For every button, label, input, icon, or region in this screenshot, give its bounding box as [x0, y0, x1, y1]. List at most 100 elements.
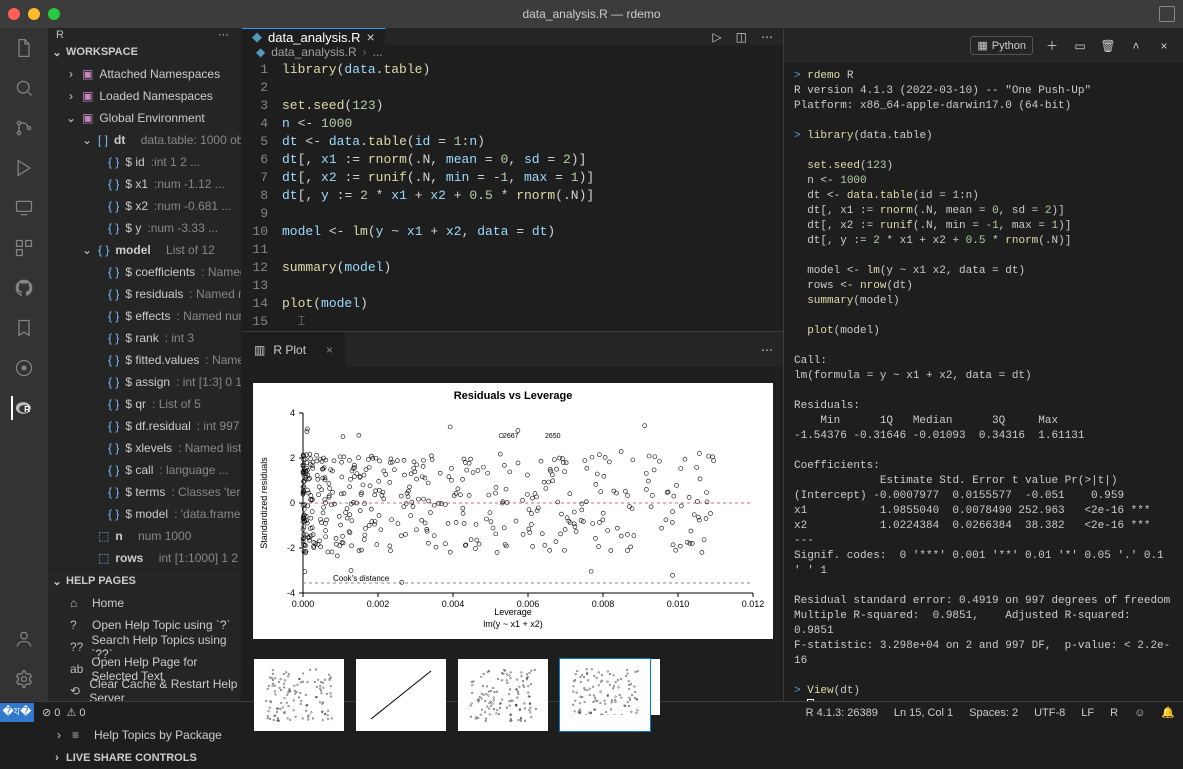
tree-item[interactable]: { } $ effects : Named num [1:1000] -...	[48, 305, 241, 327]
trash-icon[interactable]: 🗑	[1099, 37, 1117, 55]
tree-item[interactable]: { } $ xlevels : Named list()	[48, 437, 241, 459]
tree-item[interactable]: { } $ assign : int [1:3] 0 1 ...	[48, 371, 241, 393]
editor-tabs: ◆ data_analysis.R × ▷ ◫ ⋯	[242, 28, 783, 45]
variable-n[interactable]: ⬚ n num 1000	[48, 525, 241, 547]
svg-text:Cook's distance: Cook's distance	[333, 574, 390, 583]
title-bar: data_analysis.R — rdemo	[0, 0, 1183, 28]
close-icon[interactable]: ×	[367, 29, 375, 45]
extensions-icon[interactable]	[12, 236, 36, 260]
code-editor[interactable]: 123456789101112131415 library(data.table…	[242, 59, 783, 331]
svg-text:0.012: 0.012	[741, 599, 764, 609]
tree-item[interactable]: { } $ fitted.values : Named num [1:1000.…	[48, 349, 241, 371]
svg-text:-4: -4	[286, 588, 294, 598]
window-title: data_analysis.R — rdemo	[522, 7, 660, 21]
close-window-button[interactable]	[8, 8, 20, 20]
tree-item[interactable]: { } $ coefficients : Named num [1:3] -0.…	[48, 261, 241, 283]
run-debug-icon[interactable]	[12, 156, 36, 180]
variable-rows[interactable]: ⬚ rows int [1:1000] 1 2 ...	[48, 547, 241, 569]
settings-icon[interactable]	[12, 667, 36, 691]
variable-dt[interactable]: ⌄[ ] dt data.table: 1000 obs. of 4 varia…	[48, 129, 241, 151]
chart-icon: ▥	[254, 343, 265, 357]
bookmarks-icon[interactable]	[12, 316, 36, 340]
bell-icon[interactable]: 🔔	[1153, 706, 1183, 719]
tree-item[interactable]: { } $ terms : Classes 'terms', 'formula'…	[48, 481, 241, 503]
tree-item[interactable]: { } $ model : 'data.frame': 1000 obs. of…	[48, 503, 241, 525]
tree-item[interactable]: { } $ df.residual : int 997	[48, 415, 241, 437]
workspace-tree: ›▣Attached Namespaces ›▣Loaded Namespace…	[48, 63, 241, 569]
svg-text:0.004: 0.004	[441, 599, 464, 609]
tree-item[interactable]: { } $ rank : int 3	[48, 327, 241, 349]
indentation[interactable]: Spaces: 2	[961, 707, 1026, 719]
tree-item[interactable]: { } $ call : language ...	[48, 459, 241, 481]
tree-item[interactable]: { } $ x1 :num -1.12 ...	[48, 173, 241, 195]
maximize-icon[interactable]: ˄	[1127, 37, 1145, 55]
r-extension-icon[interactable]: R	[11, 396, 35, 420]
new-terminal-icon[interactable]: ＋	[1043, 37, 1061, 55]
feedback-icon[interactable]: ☺	[1126, 707, 1153, 719]
tree-item[interactable]: { } $ id :int 1 2 ...	[48, 151, 241, 173]
variable-model[interactable]: ⌄{ } model List of 12	[48, 239, 241, 261]
help-item[interactable]: ⟲Clear Cache & Restart Help Server	[48, 680, 241, 702]
tree-item[interactable]: ⌄▣Global Environment	[48, 107, 241, 129]
github-icon[interactable]	[12, 276, 36, 300]
workspace-section-title[interactable]: ⌄ WORKSPACE	[48, 41, 241, 63]
explorer-icon[interactable]	[12, 36, 36, 60]
tree-item[interactable]: { } $ qr : List of 5	[48, 393, 241, 415]
split-editor-icon[interactable]: ◫	[736, 30, 747, 44]
liveshare-section-title[interactable]: › LIVE SHARE CONTROLS	[48, 747, 241, 769]
plot-tab[interactable]: ▥ R Plot ×	[242, 332, 346, 367]
encoding[interactable]: UTF-8	[1026, 707, 1073, 719]
cursor-position[interactable]: Ln 15, Col 1	[886, 707, 961, 719]
plot-thumb[interactable]	[254, 659, 344, 731]
eol[interactable]: LF	[1073, 707, 1102, 719]
svg-text:2650: 2650	[545, 433, 561, 440]
code-content[interactable]: library(data.table) set.seed(123) n <- 1…	[282, 61, 783, 331]
close-icon[interactable]: ×	[1155, 37, 1173, 55]
plot-thumb[interactable]	[356, 659, 446, 731]
svg-text:R: R	[24, 404, 30, 414]
svg-text:0.000: 0.000	[291, 599, 314, 609]
plot-thumb[interactable]	[458, 659, 548, 731]
close-icon[interactable]: ×	[326, 343, 333, 357]
language-picker[interactable]: ▦Python	[970, 36, 1033, 55]
layout-toggle-button[interactable]	[1159, 6, 1175, 22]
more-icon[interactable]: ⋯	[751, 332, 783, 367]
chevron-down-icon: ⌄	[52, 46, 62, 59]
source-control-icon[interactable]	[12, 116, 36, 140]
remote-icon[interactable]	[12, 196, 36, 220]
help-section-title[interactable]: ⌄ HELP PAGES	[48, 570, 241, 592]
run-icon[interactable]: ▷	[712, 30, 721, 44]
language-mode[interactable]: R	[1102, 707, 1126, 719]
chevron-right-icon: ›	[52, 752, 62, 764]
plot-panel: ▥ R Plot × ⋯ Residuals vs Leverage -4-20…	[242, 331, 783, 745]
r-memory[interactable]: R 4.1.3: 26389	[798, 707, 886, 719]
layout-icon[interactable]: ▭	[1071, 37, 1089, 55]
plot-thumb[interactable]	[560, 659, 650, 731]
panel-label: R	[56, 29, 64, 41]
tree-item[interactable]: { } $ residuals : Named num [1:1000] -..…	[48, 283, 241, 305]
terminal[interactable]: > rdemo R R version 4.1.3 (2022-03-10) -…	[784, 63, 1183, 701]
gitlens-icon[interactable]	[12, 356, 36, 380]
svg-text:lm(y ~ x1 + x2): lm(y ~ x1 + x2)	[483, 619, 543, 629]
minimize-window-button[interactable]	[28, 8, 40, 20]
more-icon[interactable]: ⋯	[218, 28, 229, 41]
maximize-window-button[interactable]	[48, 8, 60, 20]
svg-text:Standardized residuals: Standardized residuals	[259, 457, 269, 549]
svg-text:0.002: 0.002	[366, 599, 389, 609]
remote-button[interactable]: �য�	[0, 703, 34, 722]
editor-tab[interactable]: ◆ data_analysis.R ×	[242, 28, 386, 45]
errors-warnings[interactable]: ⊘ 0 ⚠ 0	[34, 706, 94, 719]
more-icon[interactable]: ⋯	[761, 30, 773, 44]
tree-item[interactable]: ›▣Loaded Namespaces	[48, 85, 241, 107]
breadcrumb[interactable]: ◆ data_analysis.R › ...	[242, 45, 783, 59]
tree-item[interactable]: { } $ y :num -3.33 ...	[48, 217, 241, 239]
activity-bar: R	[0, 28, 48, 701]
svg-text:4: 4	[289, 408, 294, 418]
tree-item[interactable]: ›▣Attached Namespaces	[48, 63, 241, 85]
tab-label: data_analysis.R	[268, 30, 361, 45]
help-item[interactable]: ›≡Help Topics by Package	[48, 724, 241, 746]
tree-item[interactable]: { } $ x2 :num -0.681 ...	[48, 195, 241, 217]
help-item[interactable]: ⌂Home	[48, 592, 241, 614]
search-icon[interactable]	[12, 76, 36, 100]
account-icon[interactable]	[12, 627, 36, 651]
